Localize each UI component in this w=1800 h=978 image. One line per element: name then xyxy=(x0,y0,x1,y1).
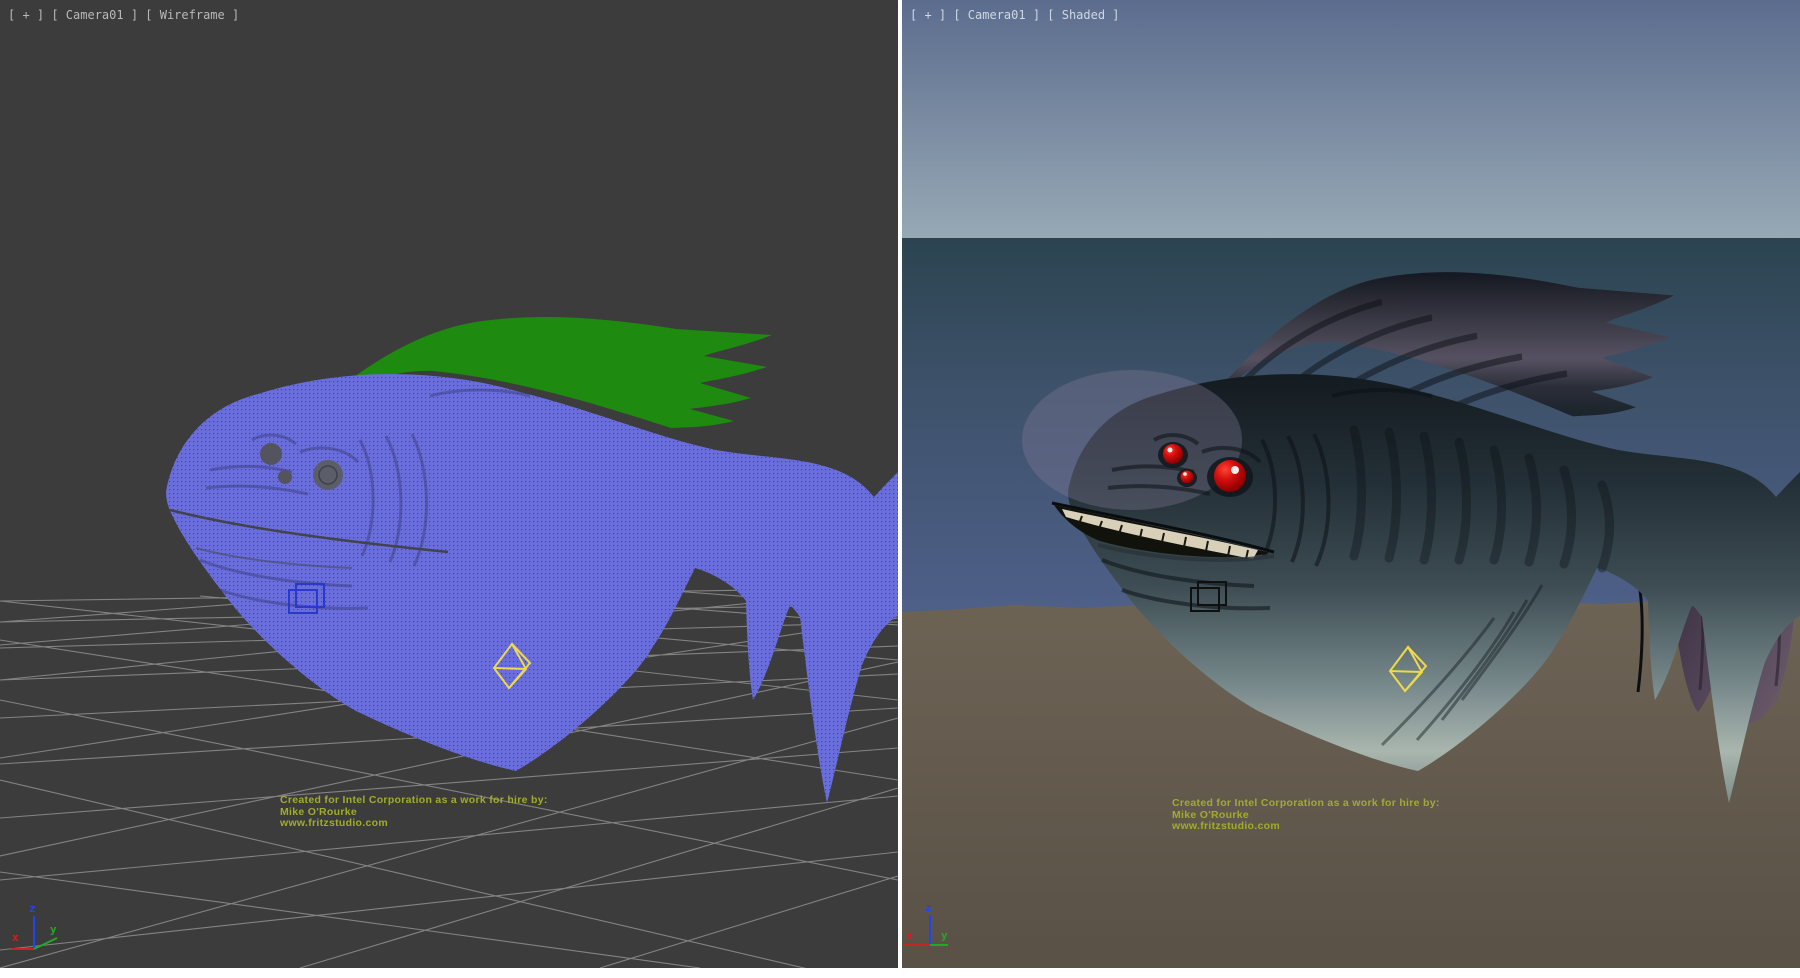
axis-z-label: z xyxy=(29,902,36,915)
creature-eye-wire-3 xyxy=(313,460,343,490)
creature-eye-wire-1 xyxy=(260,443,282,465)
creature-eye-red-3 xyxy=(1214,460,1246,492)
viewport-label-wireframe[interactable]: [ + ] [ Camera01 ] [ Wireframe ] xyxy=(8,8,239,22)
axis-x-label: x xyxy=(12,931,19,944)
head-purple-sheen xyxy=(1022,370,1242,510)
creature-eye-red-1 xyxy=(1163,444,1183,464)
eye-highlight-2 xyxy=(1183,472,1187,476)
credit-text-wireframe: Created for Intel Corporation as a work … xyxy=(280,795,610,830)
bottom-edge xyxy=(0,968,1800,978)
viewport-divider[interactable] xyxy=(898,0,902,968)
viewport-label-shaded[interactable]: [ + ] [ Camera01 ] [ Shaded ] xyxy=(910,8,1120,22)
credit-text-shaded: Created for Intel Corporation as a work … xyxy=(1172,798,1502,833)
creature-eye-red-2 xyxy=(1181,471,1194,484)
credit-line-1: Created for Intel Corporation as a work … xyxy=(1172,798,1502,810)
axis-y-label: y xyxy=(50,923,57,936)
eye-highlight-3 xyxy=(1231,466,1239,474)
credit-line-3: www.fritzstudio.com xyxy=(1172,821,1502,833)
eye-highlight-1 xyxy=(1168,448,1173,453)
axis-z-label: z xyxy=(925,901,932,914)
credit-line-1: Created for Intel Corporation as a work … xyxy=(280,795,610,807)
dual-viewport-area: z x y z x y [ + ] [ Camera01 ] [ Wirefra… xyxy=(0,0,1800,978)
sky-gradient xyxy=(902,0,1800,238)
axis-y-label: y xyxy=(941,929,948,942)
creature-eye-wire-2 xyxy=(278,470,292,484)
credit-line-3: www.fritzstudio.com xyxy=(280,818,610,830)
axis-x-label: x xyxy=(906,929,913,942)
